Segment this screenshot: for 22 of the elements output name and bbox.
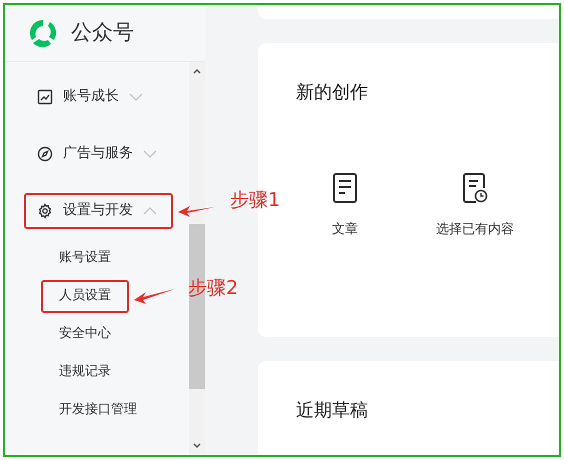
nav-sub-item[interactable]: 安全中心 xyxy=(41,318,129,350)
create-option[interactable]: 选择已有内容 xyxy=(410,172,540,240)
nav-group-item[interactable]: 广告与服务 xyxy=(24,136,173,172)
document-clock-icon xyxy=(462,172,488,204)
chart-icon xyxy=(37,88,53,104)
settings-icon xyxy=(37,202,53,218)
card-title: 近期草稿 xyxy=(296,399,369,423)
app-name: 公众号 xyxy=(71,19,134,46)
scroll-up-icon[interactable] xyxy=(193,68,201,74)
compass-icon xyxy=(37,146,53,162)
card-title: 新的创作 xyxy=(296,81,369,105)
logo-icon xyxy=(27,17,59,49)
scroll-down-icon[interactable] xyxy=(193,443,201,449)
document-icon xyxy=(332,172,358,204)
nav-sub-item[interactable]: 违规记录 xyxy=(41,356,129,388)
nav-sub-item[interactable]: 开发接口管理 xyxy=(41,394,155,426)
step-label: 步骤2 xyxy=(188,276,238,301)
create-option[interactable]: 文章 xyxy=(280,172,410,240)
step-label: 步骤1 xyxy=(230,188,280,214)
annotation-arrow xyxy=(132,288,176,304)
nav-sub-item[interactable]: 账号设置 xyxy=(41,242,129,274)
nav-group-item[interactable]: 账号成长 xyxy=(24,78,173,114)
